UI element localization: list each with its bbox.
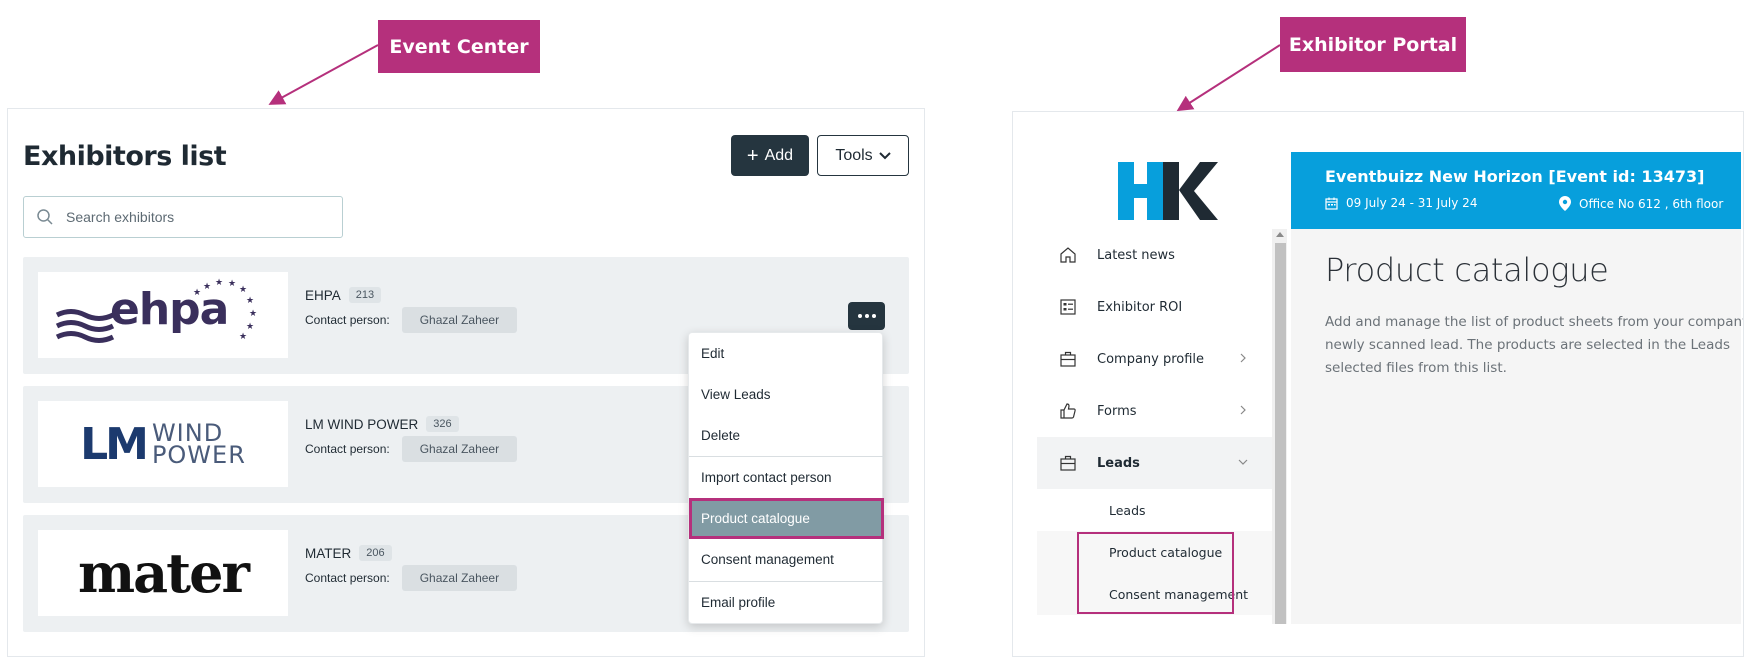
sidebar-item-latest-news[interactable]: Latest news	[1037, 229, 1272, 281]
sidebar-item-label: Leads	[1097, 455, 1140, 471]
contact-person-chip[interactable]: Ghazal Zaheer	[401, 565, 518, 591]
search-box[interactable]	[23, 196, 343, 238]
menu-item-import-contact-person[interactable]: Import contact person	[689, 457, 884, 498]
tools-dropdown-button[interactable]: Tools	[817, 135, 909, 176]
chevron-right-icon	[1240, 353, 1246, 363]
event-center-callout: Event Center	[378, 20, 540, 73]
scroll-up-arrow-icon[interactable]	[1276, 232, 1284, 237]
exhibitor-name-text: LM WIND POWER	[305, 416, 419, 432]
home-icon	[1060, 247, 1076, 263]
menu-item-delete[interactable]: Delete	[689, 415, 884, 456]
chevron-right-icon	[1240, 405, 1246, 415]
exhibitor-name[interactable]: LM WIND POWER 326	[305, 416, 459, 432]
event-center-panel: Exhibitors list + Add Tools ★★★ ★★★ ★★★	[7, 108, 925, 657]
exhibitor-count-badge: 206	[359, 545, 392, 561]
exhibitor-count-badge: 326	[426, 416, 459, 432]
exhibitor-count-badge: 213	[348, 287, 382, 303]
add-button[interactable]: + Add	[731, 135, 809, 176]
exhibitor-portal-panel: Latest news Exhibitor ROI Company profil…	[1012, 111, 1744, 657]
exhibitor-name-text: MATER	[305, 545, 352, 561]
more-options-button[interactable]	[848, 302, 885, 330]
event-center-arrow	[268, 44, 379, 105]
lm-logo-line2: POWER	[151, 441, 246, 469]
exhibitor-contact: Contact person: Ghazal Zaheer	[305, 565, 518, 591]
contact-person-chip[interactable]: Ghazal Zaheer	[401, 436, 518, 462]
sidebar-item-label: Latest news	[1097, 247, 1175, 263]
sidebar-item-company-profile[interactable]: Company profile	[1037, 333, 1272, 385]
svg-text:★: ★	[249, 308, 257, 318]
hk-logo[interactable]	[1118, 162, 1218, 220]
add-button-label: Add	[764, 146, 794, 164]
menu-item-product-catalogue[interactable]: Product catalogue	[689, 498, 884, 539]
svg-text:★: ★	[246, 295, 254, 305]
sidebar-item-label: Company profile	[1097, 351, 1205, 367]
menu-item-view-leads[interactable]: View Leads	[689, 374, 884, 415]
chevron-down-icon	[1238, 459, 1248, 465]
content-title: Product catalogue	[1325, 251, 1609, 289]
checklist-icon	[1060, 299, 1076, 315]
ehpa-logo: ★ ★ ★ ★ ★ ★ ★ ★ ★ ehpa	[38, 272, 288, 358]
description-line: newly scanned lead. The products are sel…	[1325, 337, 1730, 353]
event-dates: 09 July 24 - 31 July 24	[1325, 196, 1477, 210]
ehpa-logo-text: ehpa	[110, 284, 229, 335]
lm-logo-main: LM	[80, 418, 149, 470]
exhibitor-actions-menu: Edit View Leads Delete Import contact pe…	[688, 332, 884, 624]
briefcase-icon	[1060, 455, 1076, 471]
exhibitor-name[interactable]: EHPA 213	[305, 287, 382, 303]
contact-person-chip[interactable]: Ghazal Zaheer	[401, 307, 518, 333]
sidebar-subitem-leads[interactable]: Leads	[1037, 489, 1272, 531]
svg-text:★: ★	[239, 331, 247, 341]
exhibitor-contact: Contact person: Ghazal Zaheer	[305, 436, 518, 462]
event-location-text: Office No 612 , 6th floor	[1579, 196, 1724, 211]
highlight-box	[1077, 532, 1234, 614]
location-pin-icon	[1559, 196, 1571, 211]
contact-label: Contact person:	[305, 442, 390, 456]
tools-button-label: Tools	[835, 146, 873, 164]
sidebar-item-exhibitor-roi[interactable]: Exhibitor ROI	[1037, 281, 1272, 333]
sidebar-item-forms[interactable]: Forms	[1037, 385, 1272, 437]
menu-item-email-profile[interactable]: Email profile	[689, 582, 884, 623]
thumbs-up-icon	[1060, 403, 1076, 419]
page-title: Exhibitors list	[23, 141, 227, 172]
more-dots-icon	[864, 314, 869, 318]
event-header: Eventbuizz New Horizon [Event id: 13473]…	[1291, 152, 1741, 229]
search-icon	[37, 209, 53, 225]
content-description: Add and manage the list of product sheet…	[1325, 311, 1744, 380]
sidebar-item-leads[interactable]: Leads	[1037, 437, 1272, 489]
search-input[interactable]	[66, 209, 316, 225]
scrollbar-thumb[interactable]	[1275, 243, 1286, 624]
event-title: Eventbuizz New Horizon [Event id: 13473]	[1325, 167, 1705, 186]
exhibitor-name[interactable]: MATER 206	[305, 545, 392, 561]
exhibitor-contact: Contact person: Ghazal Zaheer	[305, 307, 518, 333]
briefcase-icon	[1060, 351, 1076, 367]
main-content: Product catalogue Add and manage the lis…	[1291, 229, 1744, 624]
svg-text:★: ★	[228, 278, 236, 288]
contact-label: Contact person:	[305, 571, 390, 585]
chevron-down-icon	[878, 151, 891, 159]
more-dots-icon	[871, 314, 876, 318]
svg-text:★: ★	[246, 321, 254, 331]
menu-item-edit[interactable]: Edit	[689, 333, 884, 374]
mater-logo: mater	[38, 530, 288, 616]
event-dates-text: 09 July 24 - 31 July 24	[1346, 196, 1478, 210]
mater-logo-text: mater	[78, 541, 250, 605]
exhibitor-name-text: EHPA	[305, 287, 341, 303]
exhibitor-portal-callout: Exhibitor Portal	[1280, 17, 1466, 72]
contact-label: Contact person:	[305, 313, 390, 327]
plus-icon: +	[746, 144, 759, 167]
event-location: Office No 612 , 6th floor	[1559, 196, 1723, 211]
more-dots-icon	[857, 314, 862, 318]
sidebar-item-label: Exhibitor ROI	[1097, 299, 1183, 315]
svg-text:★: ★	[239, 284, 247, 294]
menu-item-consent-management[interactable]: Consent management	[689, 539, 884, 580]
description-line: Add and manage the list of product sheet…	[1325, 314, 1744, 330]
exhibitor-portal-arrow	[1176, 44, 1281, 112]
lm-wind-power-logo: LM WIND POWER	[38, 401, 288, 487]
calendar-icon	[1325, 197, 1338, 210]
sidebar-item-label: Forms	[1097, 403, 1137, 419]
description-line: selected files from this list.	[1325, 360, 1507, 376]
